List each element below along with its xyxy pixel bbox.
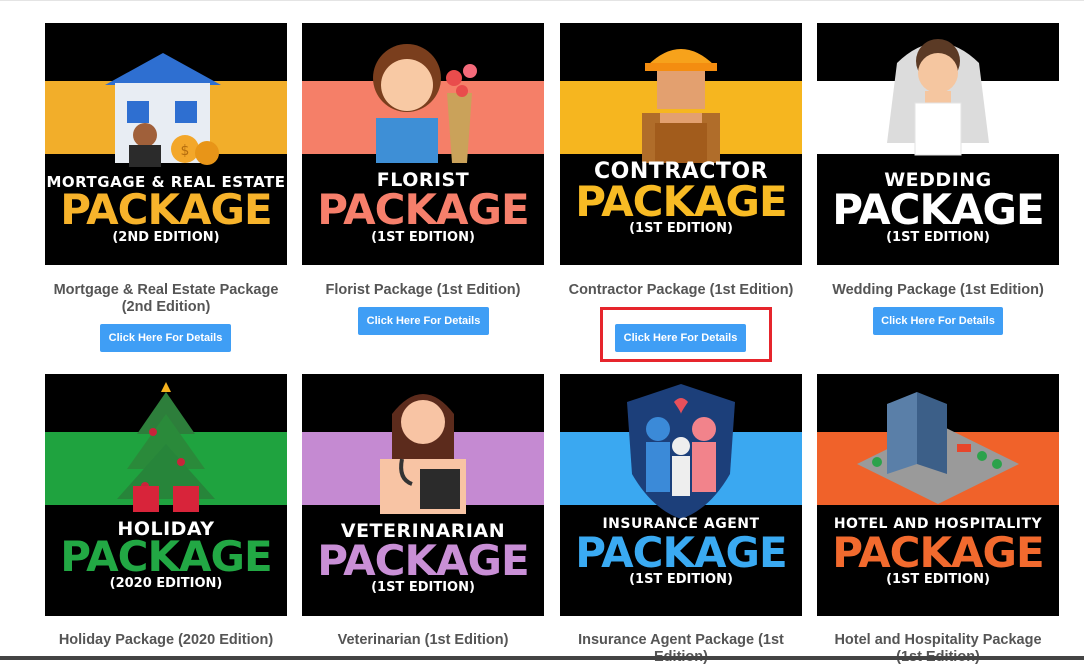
image-edition: (1ST EDITION) bbox=[629, 572, 733, 587]
veterinarian-icon bbox=[380, 394, 466, 514]
details-button[interactable]: Click Here For Details bbox=[358, 307, 489, 335]
package-name[interactable]: Insurance Agent Package (1st Edition) bbox=[566, 632, 796, 666]
image-edition: (2020 EDITION) bbox=[109, 576, 223, 591]
package-name[interactable]: Mortgage & Real Estate Package (2nd Edit… bbox=[51, 282, 281, 316]
image-title-main: PACKAGE bbox=[317, 536, 529, 585]
details-button[interactable]: Click Here For Details bbox=[873, 307, 1003, 335]
package-name[interactable]: Hotel and Hospitality Package (1st Editi… bbox=[823, 632, 1053, 666]
package-card-mortgage: $ MORTGAGE & REAL ESTATE PACKAGE (2ND ED… bbox=[45, 23, 287, 265]
package-card-hotel: HOTEL AND HOSPITALITY PACKAGE (1ST EDITI… bbox=[817, 374, 1059, 616]
image-title-main: PACKAGE bbox=[317, 185, 529, 234]
package-card-holiday: HOLIDAY PACKAGE (2020 EDITION) bbox=[45, 374, 287, 616]
christmas-tree-icon bbox=[117, 382, 215, 512]
package-name[interactable]: Veterinarian (1st Edition) bbox=[308, 632, 538, 649]
package-image[interactable]: VETERINARIAN PACKAGE (1ST EDITION) bbox=[302, 374, 544, 616]
package-name[interactable]: Holiday Package (2020 Edition) bbox=[51, 632, 281, 649]
package-name[interactable]: Wedding Package (1st Edition) bbox=[823, 282, 1053, 299]
package-card-wedding: WEDDING PACKAGE (1ST EDITION) bbox=[817, 23, 1059, 265]
package-image[interactable]: HOTEL AND HOSPITALITY PACKAGE (1ST EDITI… bbox=[817, 374, 1059, 616]
image-title-main: PACKAGE bbox=[575, 177, 787, 226]
house-icon: $ bbox=[105, 53, 221, 167]
package-image[interactable]: FLORIST PACKAGE (1ST EDITION) bbox=[302, 23, 544, 265]
image-edition: (1ST EDITION) bbox=[629, 221, 733, 236]
bride-icon bbox=[887, 39, 989, 156]
image-title-main: PACKAGE bbox=[575, 528, 787, 577]
package-card-insurance: INSURANCE AGENT PACKAGE (1ST EDITION) bbox=[560, 374, 802, 616]
image-title-main: PACKAGE bbox=[832, 528, 1044, 577]
package-image[interactable]: WEDDING PACKAGE (1ST EDITION) bbox=[817, 23, 1059, 265]
hotel-building-icon bbox=[857, 392, 1019, 504]
image-edition: (1ST EDITION) bbox=[371, 580, 475, 595]
top-divider bbox=[0, 0, 1084, 1]
image-edition: (1ST EDITION) bbox=[886, 572, 990, 587]
florist-icon bbox=[373, 44, 477, 163]
image-title-main: PACKAGE bbox=[60, 532, 272, 581]
family-shield-icon bbox=[627, 384, 735, 519]
package-image[interactable]: INSURANCE AGENT PACKAGE (1ST EDITION) bbox=[560, 374, 802, 616]
package-name[interactable]: Florist Package (1st Edition) bbox=[308, 282, 538, 299]
image-edition: (1ST EDITION) bbox=[371, 230, 475, 245]
package-card-florist: FLORIST PACKAGE (1ST EDITION) bbox=[302, 23, 544, 265]
package-name[interactable]: Contractor Package (1st Edition) bbox=[566, 282, 796, 299]
highlight-box bbox=[600, 307, 772, 362]
image-title-main: PACKAGE bbox=[60, 185, 272, 234]
details-button[interactable]: Click Here For Details bbox=[100, 324, 231, 352]
svg-text:$: $ bbox=[181, 143, 190, 159]
package-image[interactable]: CONTRACTOR PACKAGE (1ST EDITION) bbox=[560, 23, 802, 265]
image-title-main: PACKAGE bbox=[832, 185, 1044, 234]
bottom-edge bbox=[0, 656, 1084, 660]
package-card-veterinarian: VETERINARIAN PACKAGE (1ST EDITION) bbox=[302, 374, 544, 616]
package-image[interactable]: $ MORTGAGE & REAL ESTATE PACKAGE (2ND ED… bbox=[45, 23, 287, 265]
package-image[interactable]: HOLIDAY PACKAGE (2020 EDITION) bbox=[45, 374, 287, 616]
package-card-contractor: CONTRACTOR PACKAGE (1ST EDITION) bbox=[560, 23, 802, 265]
image-edition: (2ND EDITION) bbox=[112, 230, 220, 245]
image-edition: (1ST EDITION) bbox=[886, 230, 990, 245]
